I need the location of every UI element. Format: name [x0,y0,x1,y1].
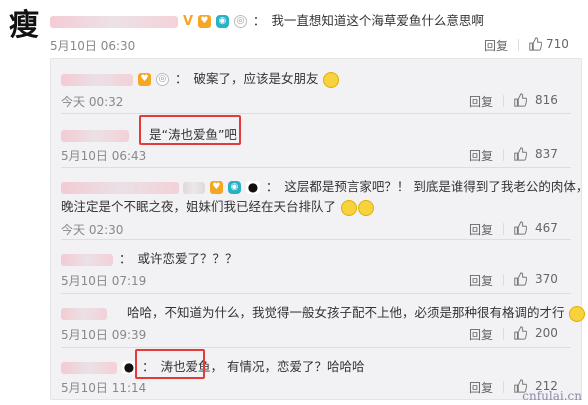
colon: ： [118,251,132,266]
username-blurred[interactable] [61,361,117,374]
reply-actions: 回复 816 [469,93,579,109]
reply-time: 5月10日 06:43 [61,149,147,163]
colon: ： [265,179,279,194]
heart-badge-icon: ♥ [197,15,211,28]
medal-badge-icon: ◎ [155,73,169,86]
reply-item: ♥ ◉ ● ： 这层都是预言家吧？！ 到底是谁得到了我老公的肉体，今 晚注定是个… [51,169,588,241]
thumbs-up-icon[interactable] [513,326,527,340]
reply-line: 哈哈，不知道为什么，我觉得一般女孩子配不上他，必须是那种很有格调的才行 [61,302,586,322]
heart-badge-icon: ♥ [137,73,151,86]
reply-item: ： 或许恋爱了？？？ 5月10日 07:19 回复 370 [51,241,581,291]
emoji-icon [323,71,340,88]
divider [503,223,504,235]
reply-item: 哈哈，不知道为什么，我觉得一般女孩子配不上他，必须是那种很有格调的才行 5月10… [51,295,586,345]
emoji-icon [569,305,586,322]
main-comment-time: 5月10日 06:30 [50,39,136,53]
reply-text-line2: 晚注定是个不眠之夜，姐妹们我已经在天台排队了 [61,199,337,214]
reply-divider [61,347,571,348]
main-comment-text: 我一直想知道这个海草爱鱼什么意思啊 [271,13,484,28]
reply-line: ● ： 涛也爱鱼， 有情况，恋爱了？哈哈哈 [61,356,364,375]
thumbs-up-icon[interactable] [513,147,527,161]
thumbs-up-icon[interactable] [528,37,542,51]
username-blurred[interactable] [61,73,133,86]
emoji-icon [341,199,357,216]
highlight-box [139,115,241,145]
divider [503,95,504,107]
reply-button[interactable]: 回复 [469,93,493,110]
highlight-box [135,349,205,379]
eye-badge-icon: ◉ [215,15,229,28]
avatar-char: 瘦 [9,8,39,43]
thumbs-up-icon[interactable] [513,93,527,107]
main-comment-line: V ♥ ◉ ◎ ： 我一直想知道这个海草爱鱼什么意思啊 [50,10,484,29]
reply-button[interactable]: 回复 [484,37,508,54]
reply-line: ♥ ◎ ： 破案了，应该是女朋友 [61,68,340,88]
like-count: 467 [535,221,558,235]
reply-actions: 回复 200 [469,326,579,342]
reply-button[interactable]: 回复 [469,221,493,238]
watermark: cnfulai.cn [522,389,582,403]
reply-actions: 回复 467 [469,221,579,237]
like-count: 370 [535,272,558,286]
verified-v-icon: V [182,14,194,29]
reply-time: 5月10日 09:39 [61,328,147,342]
reply-text: 有情况，恋爱了？哈哈哈 [226,359,365,374]
reply-time: 今天 02:30 [61,223,124,237]
reply-button[interactable]: 回复 [469,147,493,164]
eye-badge-icon: ◉ [227,181,241,194]
like-count: 200 [535,326,558,340]
divider [503,149,504,161]
panda-icon: ● [121,360,136,374]
reply-text: 哈哈，不知道为什么，我觉得一般女孩子配不上他，必须是那种很有格调的才行 [126,305,565,320]
reply-time: 今天 00:32 [61,95,124,109]
reply-item: 是“涛也爱鱼”吧 5月10日 06:43 回复 837 [51,115,581,167]
reply-divider [61,239,571,240]
panda-icon: ● [245,180,260,194]
reply-item: ● ： 涛也爱鱼， 有情况，恋爱了？哈哈哈 5月10日 11:14 回复 212 [51,349,581,397]
like-count: 710 [546,37,569,51]
reply-text: 破案了，应该是女朋友 [193,71,319,86]
divider [518,39,519,51]
main-comment-actions: 回复 710 [484,37,588,53]
username-blurred[interactable] [61,253,113,266]
medal-badge-icon: ◎ [233,15,247,28]
like-count: 816 [535,93,558,107]
colon: ： [174,71,188,86]
thumbs-up-icon[interactable] [513,221,527,235]
reply-button[interactable]: 回复 [469,379,493,396]
username-blurred[interactable] [61,307,107,320]
reply-time: 5月10日 07:19 [61,274,147,288]
divider [503,328,504,340]
main-comment: V ♥ ◉ ◎ ： 我一直想知道这个海草爱鱼什么意思啊 5月10日 06:30 … [50,0,588,60]
reply-button[interactable]: 回复 [469,326,493,343]
reply-list: ♥ ◎ ： 破案了，应该是女朋友 今天 00:32 回复 816 是“涛也爱鱼”… [50,58,588,400]
reply-time: 5月10日 11:14 [61,381,147,395]
reply-actions: 回复 370 [469,272,579,288]
username-blurred-suffix [182,181,205,194]
reply-item: ♥ ◎ ： 破案了，应该是女朋友 今天 00:32 回复 816 [51,59,581,109]
emoji-icon [358,199,374,216]
reply-actions: 回复 837 [469,147,579,163]
colon: ： [252,13,266,28]
reply-button[interactable]: 回复 [469,272,493,289]
reply-text: 或许恋爱了？？？ [137,251,238,266]
divider [503,274,504,286]
reply-divider [61,113,571,114]
username-blurred[interactable] [61,129,129,142]
reply-divider [61,293,571,294]
username-blurred[interactable] [50,15,178,28]
heart-badge-icon: ♥ [209,181,223,194]
reply-line: 晚注定是个不眠之夜，姐妹们我已经在天台排队了 [61,196,374,216]
divider [503,381,504,393]
like-count: 837 [535,147,558,161]
reply-divider [61,167,571,168]
reply-text-line1: 这层都是预言家吧？！ 到底是谁得到了我老公的肉体，今 [284,179,588,194]
thumbs-up-icon[interactable] [513,272,527,286]
username-blurred[interactable] [61,181,179,194]
avatar[interactable]: 瘦 [4,6,44,46]
reply-line: ♥ ◉ ● ： 这层都是预言家吧？！ 到底是谁得到了我老公的肉体，今 [61,176,588,195]
reply-line: ： 或许恋爱了？？？ [61,248,238,267]
